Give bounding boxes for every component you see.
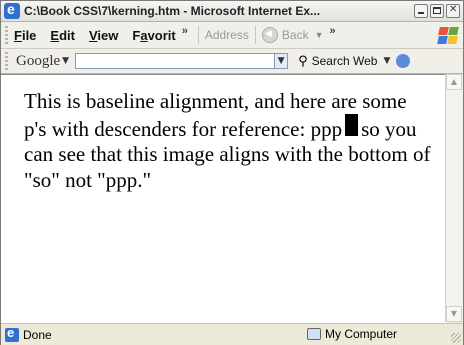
zone-label: My Computer <box>325 327 398 341</box>
toolbar-separator <box>254 26 256 44</box>
title-bar[interactable]: C:\Book CSS\7\kerning.htm - Microsoft In… <box>1 1 463 22</box>
menu-view[interactable]: View <box>89 28 118 43</box>
menu-file[interactable]: File <box>14 28 36 43</box>
scroll-down-arrow-icon[interactable]: ▼ <box>446 306 462 322</box>
page-content: This is baseline alignment, and here are… <box>1 74 447 323</box>
menu-overflow-chevron[interactable]: » <box>182 25 188 37</box>
maximize-button[interactable] <box>430 4 444 18</box>
menu-bar: File Edit View Favorit » Address Back ▼ … <box>1 22 463 49</box>
resize-grip[interactable] <box>451 333 461 343</box>
status-bar: Done My Computer <box>1 323 463 345</box>
binoculars-icon: ⚲ <box>298 53 308 69</box>
address-label[interactable]: Address <box>205 28 249 42</box>
back-button[interactable]: Back ▼ <box>261 27 324 43</box>
back-label: Back <box>281 28 309 42</box>
windows-logo-icon <box>433 24 459 46</box>
toolbar-separator <box>197 26 199 44</box>
status-text: Done <box>23 327 52 342</box>
search-dropdown-button[interactable]: ▼ <box>274 53 289 69</box>
google-logo[interactable]: Google <box>16 53 60 70</box>
vertical-scrollbar[interactable]: ▲ ▼ <box>445 74 463 322</box>
dropdown-arrow-icon[interactable]: ▼ <box>315 30 324 40</box>
google-search-input[interactable] <box>75 53 276 69</box>
window-controls <box>414 4 460 18</box>
toolbar-overflow-chevron[interactable]: » <box>330 25 336 37</box>
google-toolbar: Google ▼ ▼ ⚲ Search Web ▼ <box>1 49 463 74</box>
scroll-up-arrow-icon[interactable]: ▲ <box>446 74 462 90</box>
back-arrow-icon <box>261 27 278 43</box>
security-zone: My Computer <box>307 327 397 341</box>
window-title-text: C:\Book CSS\7\kerning.htm - Microsoft In… <box>24 4 311 18</box>
page-status-icon <box>5 325 19 342</box>
close-button[interactable] <box>446 4 460 18</box>
window-title-ellipsis: ... <box>310 4 321 18</box>
ie-icon <box>4 1 20 19</box>
window-title: C:\Book CSS\7\kerning.htm - Microsoft In… <box>24 4 364 18</box>
toolbar-grip[interactable] <box>5 26 8 44</box>
minimize-button[interactable] <box>414 4 428 18</box>
page-paragraph: This is baseline alignment, and here are… <box>24 89 434 193</box>
browser-window: C:\Book CSS\7\kerning.htm - Microsoft In… <box>0 0 464 345</box>
search-web-button[interactable]: Search Web <box>312 54 378 68</box>
my-computer-icon <box>307 328 321 340</box>
inline-image-block <box>345 114 359 137</box>
menu-edit[interactable]: Edit <box>50 28 75 43</box>
toolbar-grip[interactable] <box>5 52 8 70</box>
google-menu-arrow-icon[interactable]: ▼ <box>62 56 69 66</box>
search-web-arrow-icon[interactable]: ▼ <box>383 56 390 66</box>
menu-favorites[interactable]: Favorit <box>132 28 175 43</box>
toolbar-extra-icon[interactable] <box>396 54 411 68</box>
